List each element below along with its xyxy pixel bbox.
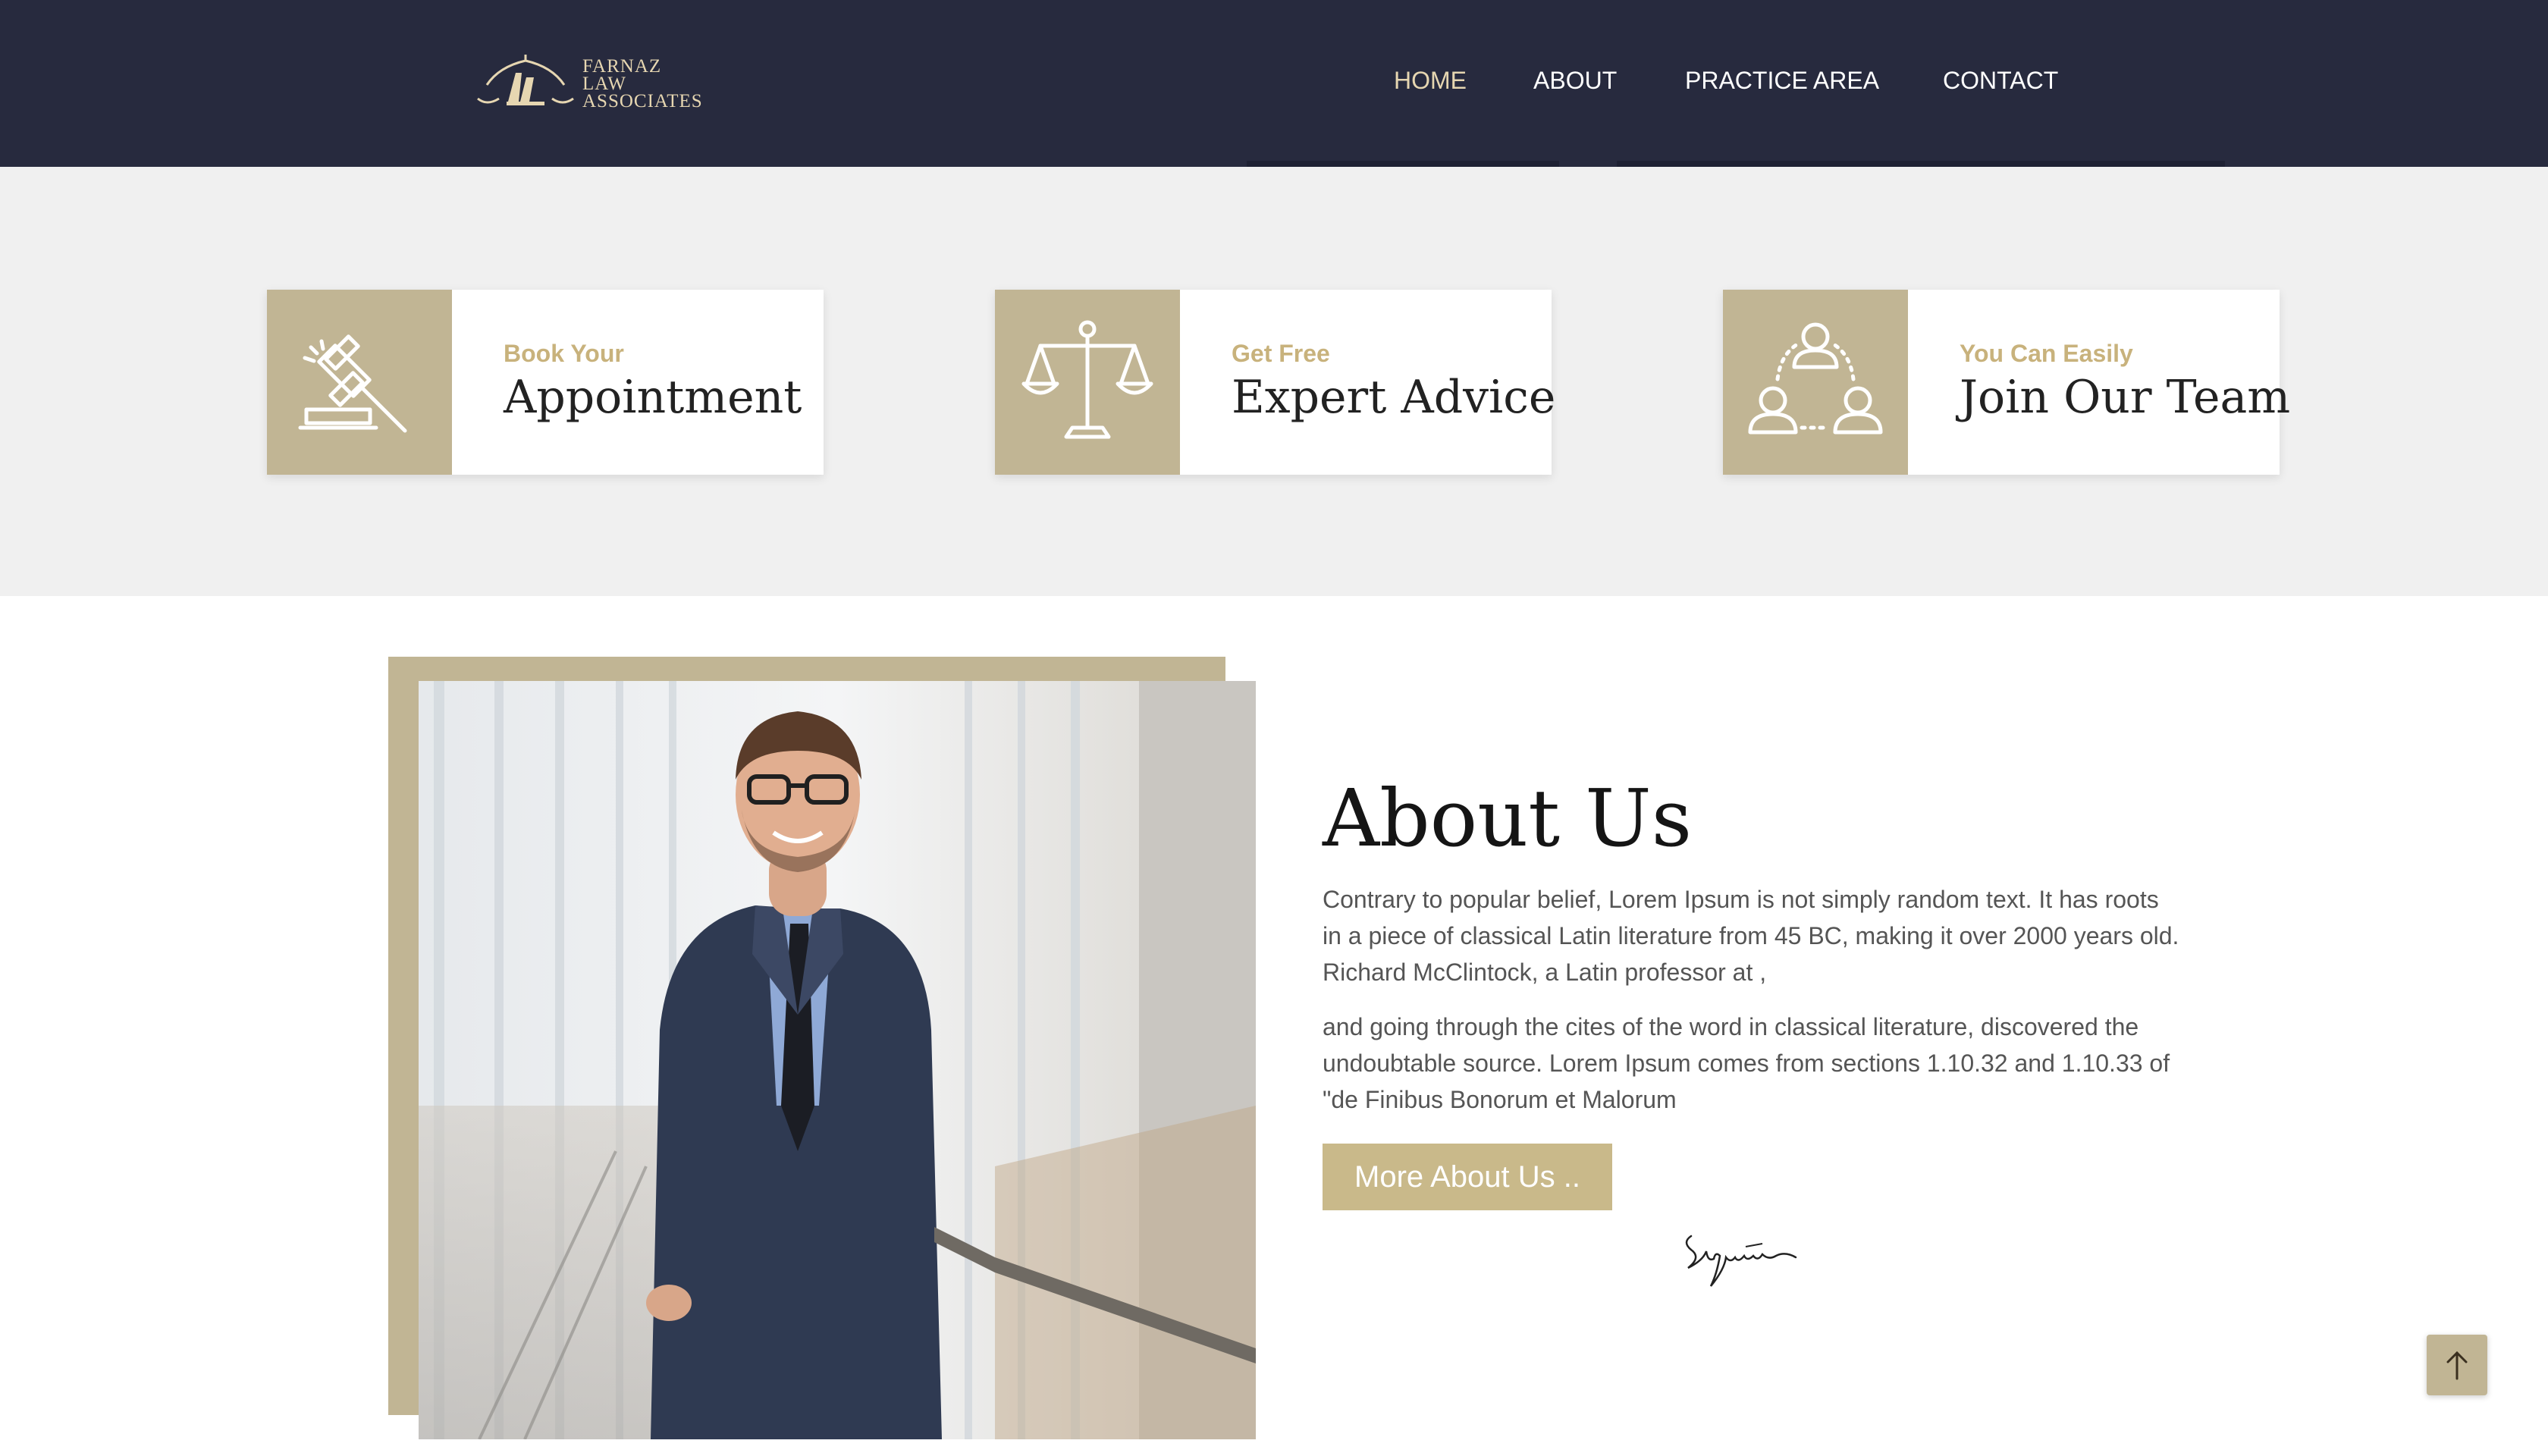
gavel-icon [298,334,407,433]
more-about-us-button[interactable]: More About Us .. [1323,1144,1612,1210]
nav-practice-area[interactable]: PRACTICE AREA [1685,65,1879,96]
signature-image [1680,1228,1802,1292]
nav-about[interactable]: ABOUT [1533,65,1617,96]
feature-icon-box [995,290,1180,475]
feature-title: Appointment [504,371,802,424]
scroll-to-top-button[interactable] [2427,1335,2487,1395]
header-underline [1247,161,1559,167]
arrow-up-icon [2446,1351,2468,1380]
main-nav: HOME ABOUT PRACTICE AREA CONTACT [0,65,2548,96]
site-header: FARNAZ LAW ASSOCIATES HOME ABOUT PRACTIC… [0,0,2548,167]
feature-icon-box [1723,290,1908,475]
team-icon [1748,322,1883,435]
feature-subtitle: Book Your [504,340,624,367]
header-underline [1617,161,2225,167]
feature-title: Join Our Team [1960,371,2291,424]
feature-card-join-team[interactable]: You Can Easily Join Our Team [1723,290,2290,475]
feature-subtitle: Get Free [1232,340,1330,367]
about-title: About Us [1323,772,1693,864]
about-paragraph: and going through the cites of the word … [1323,1013,2170,1113]
scales-icon [1021,320,1153,439]
lawyer-photo [419,681,1256,1439]
nav-home[interactable]: HOME [1394,65,1467,96]
about-paragraph: Contrary to popular belief, Lorem Ipsum … [1323,886,2179,986]
feature-icon-box [267,290,452,475]
nav-contact[interactable]: CONTACT [1943,65,2058,96]
feature-card-appointment[interactable]: Book Your Appointment [267,290,824,475]
feature-title: Expert Advice [1232,371,1556,424]
feature-card-expert-advice[interactable]: Get Free Expert Advice [995,290,1556,475]
feature-subtitle: You Can Easily [1960,340,2133,367]
